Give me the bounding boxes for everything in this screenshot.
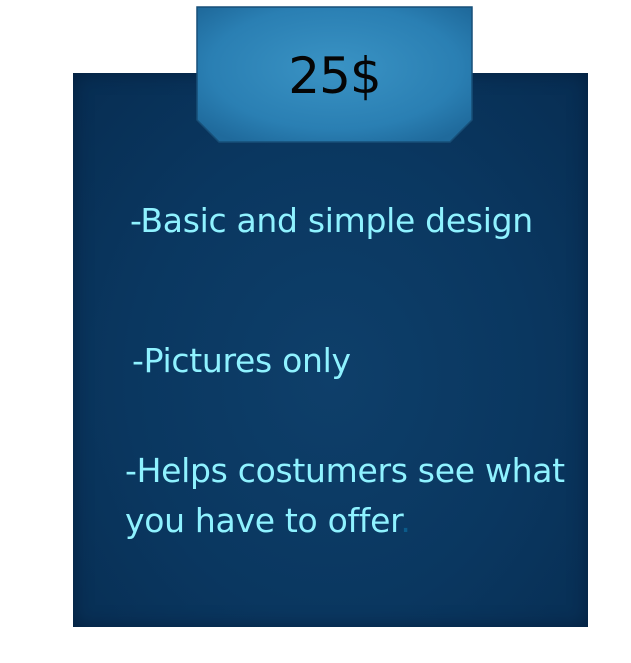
feature-helps-customers: -Helps costumers see what you have to of… (125, 446, 565, 546)
price-label: 25$ (288, 47, 381, 105)
feature-helps-line-2: you have to offer (125, 501, 401, 540)
feature-pictures-only: -Pictures only (132, 341, 351, 380)
feature-basic-design: -Basic and simple design (130, 201, 533, 240)
price-tab: 25$ (196, 6, 473, 143)
feature-helps-line-1: -Helps costumers see what (125, 451, 565, 490)
trailing-period: . (400, 501, 411, 540)
pricing-canvas: 25$ -Basic and simple design -Pictures o… (0, 0, 631, 663)
